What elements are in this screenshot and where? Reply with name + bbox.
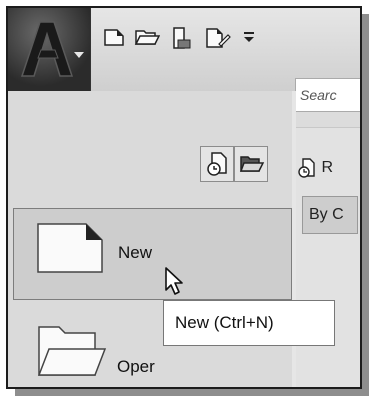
tooltip: New (Ctrl+N) bbox=[163, 300, 335, 346]
menu-item-new[interactable]: New bbox=[13, 208, 292, 300]
open-folder-icon[interactable] bbox=[134, 26, 162, 54]
recent-documents-icon bbox=[207, 152, 227, 176]
customize-dropdown-icon[interactable] bbox=[242, 26, 270, 54]
recent-documents-toggle[interactable] bbox=[200, 146, 234, 182]
new-document-icon bbox=[36, 222, 106, 279]
sort-by-dropdown[interactable]: By C bbox=[302, 196, 358, 234]
recent-documents-header: R bbox=[297, 157, 333, 179]
application-menu-button[interactable] bbox=[8, 8, 91, 91]
open-documents-icon bbox=[239, 156, 265, 172]
open-documents-toggle[interactable] bbox=[234, 146, 268, 182]
save-as-icon[interactable] bbox=[204, 26, 232, 54]
title-bar: Searc bbox=[8, 8, 360, 112]
mouse-pointer-icon bbox=[164, 266, 186, 303]
menu-item-open-label: Oper bbox=[117, 357, 155, 376]
new-document-icon[interactable] bbox=[102, 26, 130, 54]
open-folder-icon bbox=[35, 323, 107, 384]
recent-documents-icon bbox=[298, 158, 315, 178]
menu-item-new-label: New bbox=[118, 243, 153, 262]
autocad-logo-icon bbox=[20, 21, 84, 77]
search-input[interactable]: Searc bbox=[295, 78, 360, 112]
recent-documents-heading: R bbox=[321, 159, 334, 177]
save-icon[interactable] bbox=[170, 26, 198, 54]
